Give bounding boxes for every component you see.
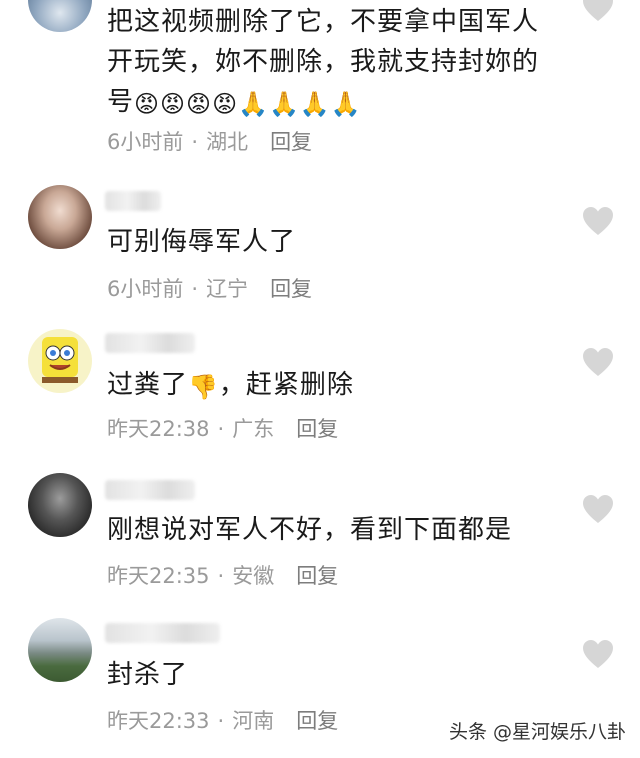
comment-text: 把这视频删除了它，不要拿中国军人 开玩笑，妳不删除，我就支持封妳的 号😡😡😡😡🙏…	[107, 7, 540, 118]
comment-meta: 6小时前 · 湖北 回复	[107, 130, 313, 154]
comment-text: 刚想说对军人不好，看到下面都是	[107, 515, 513, 545]
timestamp: 6小时前	[107, 277, 184, 301]
timestamp: 昨天22:35	[107, 564, 210, 588]
location: 安徽	[232, 564, 275, 588]
location: 辽宁	[206, 277, 249, 301]
username-blurred[interactable]	[105, 623, 220, 643]
reply-button[interactable]: 回复	[270, 130, 312, 154]
timestamp: 昨天22:33	[107, 709, 210, 733]
like-heart-icon[interactable]	[582, 494, 614, 524]
comment-item: 把这视频删除了它，不要拿中国军人 开玩笑，妳不删除，我就支持封妳的 号😡😡😡😡🙏…	[0, 0, 640, 170]
username-blurred[interactable]	[105, 191, 161, 211]
like-heart-icon[interactable]	[582, 639, 614, 669]
comment-text: 可别侮辱军人了	[107, 227, 297, 257]
spongebob-icon	[42, 337, 78, 383]
location: 河南	[232, 709, 275, 733]
reply-button[interactable]: 回复	[296, 417, 338, 441]
like-heart-icon[interactable]	[582, 0, 614, 22]
comment-meta: 昨天22:33 · 河南 回复	[107, 709, 339, 733]
reply-button[interactable]: 回复	[296, 564, 338, 588]
comment-item: 可别侮辱军人了 6小时前 · 辽宁 回复	[0, 170, 640, 315]
comment-meta: 6小时前 · 辽宁 回复	[107, 277, 313, 301]
comment-meta: 昨天22:35 · 安徽 回复	[107, 564, 339, 588]
watermark: 头条 @星河娱乐八卦	[448, 721, 626, 743]
avatar-spongebob[interactable]	[28, 329, 92, 393]
comment-item: 刚想说对军人不好，看到下面都是 昨天22:35 · 安徽 回复	[0, 460, 640, 605]
avatar[interactable]	[28, 0, 92, 32]
like-heart-icon[interactable]	[582, 347, 614, 377]
location: 湖北	[206, 130, 249, 154]
comment-text: 过粪了👎，赶紧删除	[107, 370, 354, 401]
angry-praying-emojis: 😡😡😡😡🙏🙏🙏🙏	[134, 90, 362, 118]
timestamp: 昨天22:38	[107, 417, 210, 441]
like-heart-icon[interactable]	[582, 206, 614, 236]
avatar[interactable]	[28, 473, 92, 537]
timestamp: 6小时前	[107, 130, 184, 154]
avatar[interactable]	[28, 618, 92, 682]
avatar[interactable]	[28, 185, 92, 249]
comment-meta: 昨天22:38 · 广东 回复	[107, 417, 339, 441]
reply-button[interactable]: 回复	[270, 277, 312, 301]
thumbs-down-emoji: 👎	[188, 373, 219, 401]
reply-button[interactable]: 回复	[296, 709, 338, 733]
comment-text: 封杀了	[107, 660, 189, 690]
comment-item: 过粪了👎，赶紧删除 昨天22:38 · 广东 回复	[0, 315, 640, 460]
location: 广东	[232, 417, 275, 441]
username-blurred[interactable]	[105, 480, 195, 500]
username-blurred[interactable]	[105, 333, 195, 353]
